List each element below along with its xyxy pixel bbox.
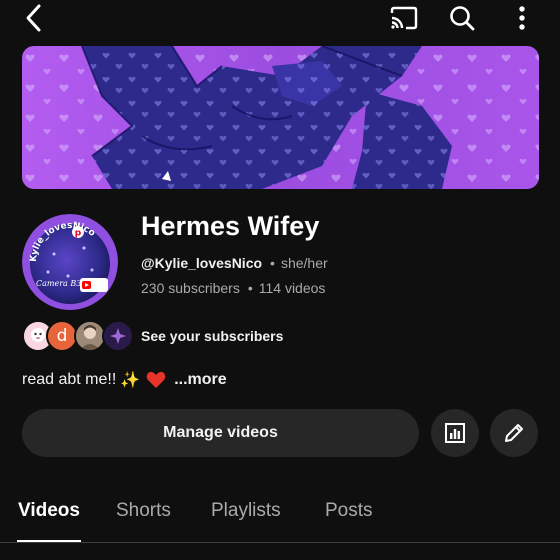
cast-icon[interactable] (384, 0, 424, 36)
pronouns: she/her (280, 255, 328, 271)
subscriber-count: 230 subscribers (141, 280, 240, 296)
tab-videos[interactable]: Videos (18, 500, 80, 522)
tab-shorts[interactable]: Shorts (116, 500, 171, 522)
channel-tabs: Videos Shorts Playlists Posts (0, 490, 560, 560)
subscriber-avatar (102, 320, 134, 352)
subscriber-avatars[interactable]: d (22, 320, 134, 352)
search-icon[interactable] (442, 0, 482, 36)
avatar-caption: Camera B3 (36, 279, 81, 288)
channel-avatar[interactable]: Kylie_lovesNico p Camera B3 (22, 214, 118, 310)
sparkles-emoji: ✨ (120, 372, 141, 389)
separator-dot: • (270, 255, 275, 271)
heart-emoji (146, 371, 166, 389)
more-link[interactable]: ...more (174, 371, 226, 389)
tab-playlists[interactable]: Playlists (211, 500, 281, 522)
top-app-bar (0, 0, 560, 40)
channel-handle: @Kylie_lovesNico (141, 255, 263, 271)
back-arrow-icon[interactable] (14, 0, 54, 36)
separator-dot: • (247, 280, 253, 296)
tab-posts[interactable]: Posts (325, 500, 373, 522)
channel-description[interactable]: read abt me!! ✨ ...more (22, 370, 227, 390)
channel-stats: 230 subscribers • 114 videos (141, 280, 325, 296)
channel-name: Hermes Wifey (141, 211, 320, 241)
edit-pencil-icon[interactable] (490, 409, 538, 457)
see-subscribers-link[interactable]: See your subscribers (141, 328, 283, 344)
video-count: 114 videos (258, 280, 326, 296)
manage-videos-button[interactable]: Manage videos (22, 409, 419, 457)
handle-row: @Kylie_lovesNico • she/her (141, 255, 328, 271)
svg-text:p: p (75, 229, 82, 239)
analytics-icon[interactable] (431, 409, 479, 457)
channel-banner (22, 46, 539, 189)
active-tab-indicator (17, 540, 81, 542)
tabs-divider (0, 542, 560, 543)
more-vertical-icon[interactable] (502, 0, 542, 36)
description-text: read abt me!! (22, 371, 117, 388)
